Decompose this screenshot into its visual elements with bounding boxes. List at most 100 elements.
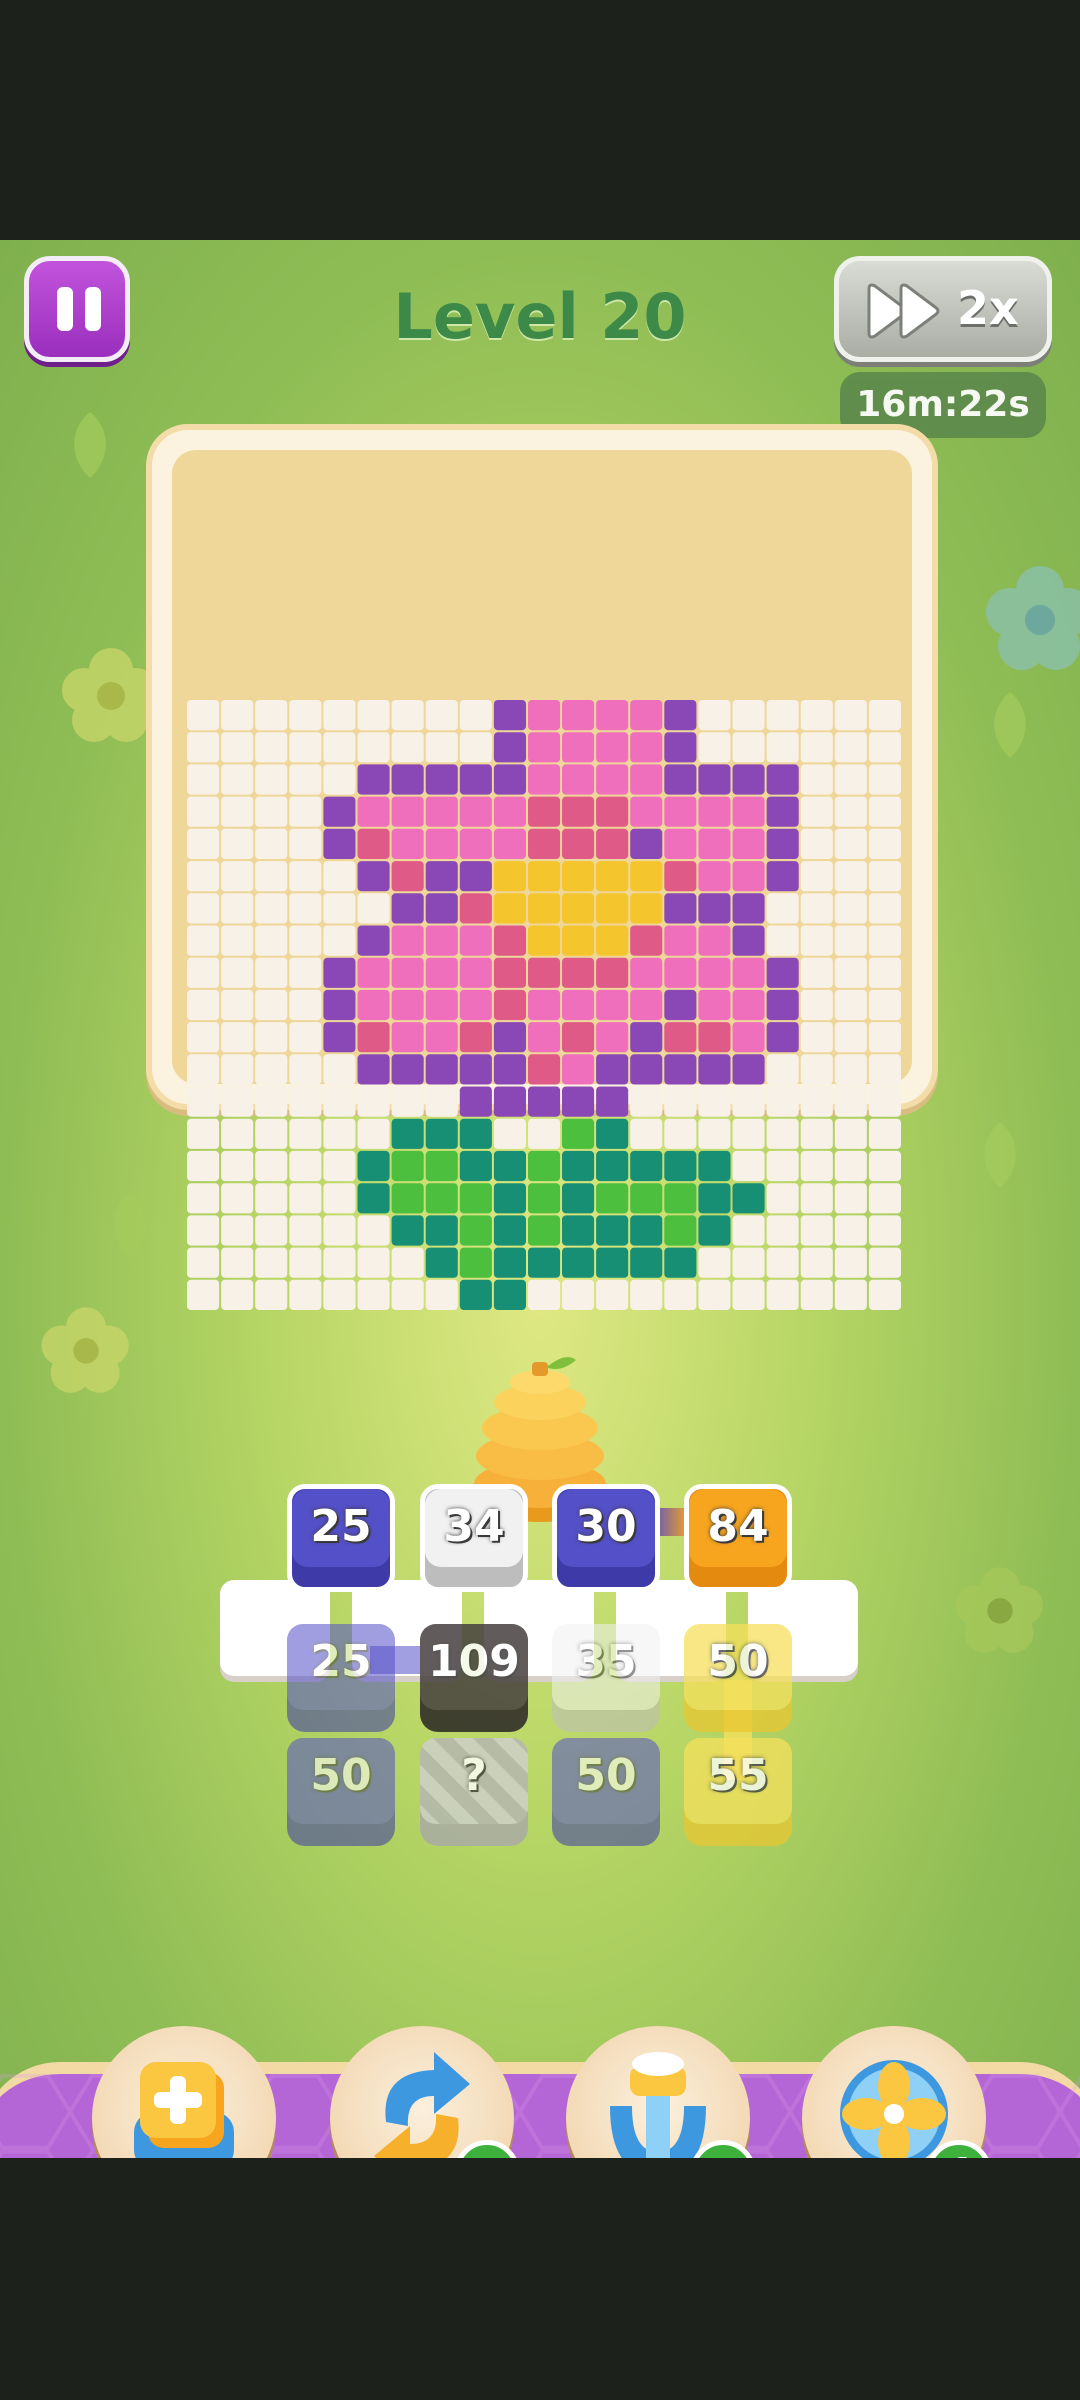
pixel-cell	[357, 989, 390, 1021]
pixel-cell	[391, 989, 424, 1021]
empty-cell	[834, 828, 867, 859]
pixel-cell	[391, 1054, 424, 1085]
empty-cell	[459, 732, 492, 763]
empty-cell	[221, 1150, 254, 1182]
game-screen: Level 20 2x 16m:22s 25 34 30 84 25 109 3…	[0, 240, 1080, 2158]
empty-cell	[834, 989, 867, 1021]
empty-cell	[221, 1279, 254, 1310]
pixel-cell	[528, 732, 561, 763]
empty-cell	[698, 732, 731, 763]
empty-cell	[425, 700, 458, 731]
empty-cell	[834, 1022, 867, 1053]
empty-cell	[221, 828, 254, 859]
pixel-cell	[596, 764, 629, 795]
empty-cell	[255, 1215, 288, 1246]
pixel-cell	[459, 925, 492, 956]
pixel-cell	[528, 700, 561, 731]
pixel-cell	[391, 925, 424, 956]
empty-cell	[289, 1279, 322, 1310]
empty-cell	[800, 1247, 833, 1278]
empty-cell	[323, 1086, 356, 1117]
number-tile[interactable]: 30	[552, 1484, 660, 1592]
number-tile[interactable]: 84	[684, 1484, 792, 1592]
empty-cell	[834, 1279, 867, 1310]
pixel-cell	[493, 764, 526, 795]
pixel-cell	[732, 861, 765, 892]
empty-cell	[800, 893, 833, 924]
empty-cell	[255, 1150, 288, 1182]
empty-cell	[323, 1247, 356, 1278]
pixel-cell	[493, 1279, 526, 1310]
empty-cell	[289, 764, 322, 795]
pixel-cell	[357, 1183, 390, 1214]
empty-cell	[255, 1118, 288, 1149]
empty-cell	[323, 893, 356, 924]
booster-fan-button[interactable]: 4	[802, 2026, 992, 2158]
pixel-cell	[528, 1086, 561, 1117]
empty-cell	[221, 989, 254, 1021]
decor-leaf-icon	[994, 692, 1026, 758]
booster-magnet-button[interactable]: +	[566, 2026, 756, 2158]
empty-cell	[391, 732, 424, 763]
pixel-cell	[459, 764, 492, 795]
empty-cell	[868, 1054, 901, 1085]
number-tile[interactable]: 34	[420, 1484, 528, 1592]
empty-cell	[187, 1279, 220, 1310]
pixel-cell	[664, 700, 697, 731]
pixel-cell	[528, 861, 561, 892]
pixel-cell	[528, 1054, 561, 1085]
pixel-cell	[732, 828, 765, 859]
pixel-cell	[766, 1022, 799, 1053]
speed-button[interactable]: 2x	[834, 256, 1052, 362]
pixel-cell	[425, 1054, 458, 1085]
empty-cell	[630, 1086, 663, 1117]
number-tile[interactable]: 25	[287, 1484, 395, 1592]
empty-cell	[766, 1086, 799, 1117]
empty-cell	[255, 957, 288, 988]
pixel-cell	[732, 893, 765, 924]
pixel-cell	[698, 796, 731, 827]
pixel-cell	[664, 732, 697, 763]
empty-cell	[289, 732, 322, 763]
pixel-cell	[459, 1086, 492, 1117]
pause-button[interactable]	[24, 256, 130, 362]
empty-cell	[187, 796, 220, 827]
booster-add-tile-button[interactable]	[92, 2026, 276, 2158]
pixel-cell	[766, 957, 799, 988]
booster-shuffle-button[interactable]: +	[330, 2026, 520, 2158]
empty-cell	[562, 1279, 595, 1310]
empty-cell	[766, 1215, 799, 1246]
empty-cell	[868, 989, 901, 1021]
pixel-cell	[562, 925, 595, 956]
pixel-cell	[357, 828, 390, 859]
number-tile: 109	[420, 1624, 528, 1732]
empty-cell	[834, 1118, 867, 1149]
empty-cell	[766, 1183, 799, 1214]
empty-cell	[221, 1086, 254, 1117]
empty-cell	[255, 700, 288, 731]
pixel-cell	[596, 925, 629, 956]
level-title: Level 20	[393, 280, 687, 353]
pixel-cell	[391, 1022, 424, 1053]
pixel-cell	[425, 1183, 458, 1214]
empty-cell	[357, 732, 390, 763]
empty-cell	[732, 1247, 765, 1278]
pixel-cell	[664, 989, 697, 1021]
empty-cell	[357, 700, 390, 731]
pixel-cell	[596, 1183, 629, 1214]
pixel-cell	[630, 1022, 663, 1053]
pixel-cell	[732, 1183, 765, 1214]
pixel-cell	[493, 893, 526, 924]
empty-cell	[800, 700, 833, 731]
empty-cell	[868, 828, 901, 859]
pixel-cell	[425, 957, 458, 988]
empty-cell	[868, 925, 901, 956]
pixel-cell	[562, 700, 595, 731]
empty-cell	[766, 893, 799, 924]
pixel-cell	[596, 1118, 629, 1149]
empty-cell	[868, 1183, 901, 1214]
pixel-cell	[562, 1054, 595, 1085]
empty-cell	[323, 732, 356, 763]
empty-cell	[323, 861, 356, 892]
pixel-cell	[528, 828, 561, 859]
